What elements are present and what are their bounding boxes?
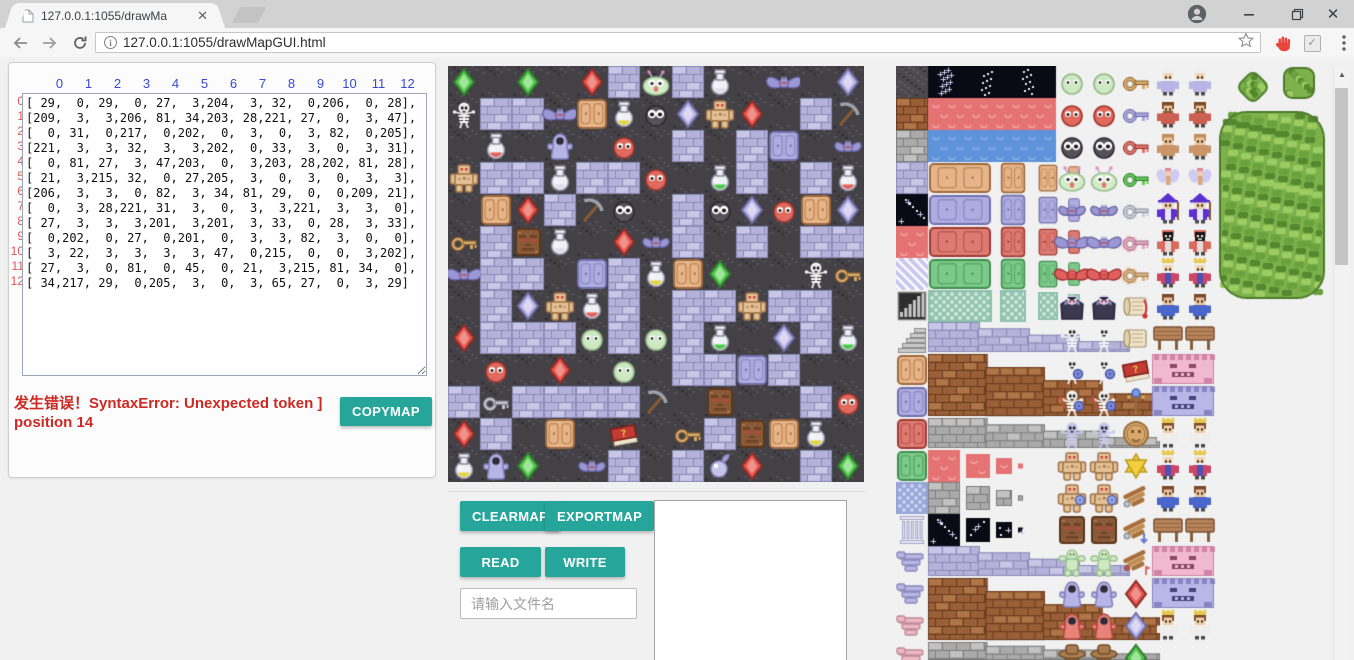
col-header-7: 7 bbox=[248, 76, 277, 91]
col-header-3: 3 bbox=[132, 76, 161, 91]
col-header-6: 6 bbox=[219, 76, 248, 91]
divider-line bbox=[448, 491, 866, 492]
page-favicon-icon bbox=[22, 9, 34, 23]
url-text: 127.0.0.1:1055/drawMapGUI.html bbox=[123, 35, 326, 50]
col-header-0: 0 bbox=[45, 76, 74, 91]
minimize-button[interactable] bbox=[1228, 0, 1270, 28]
tileset-canvas[interactable] bbox=[896, 66, 1330, 660]
exportmap-button[interactable]: EXPORTMAP bbox=[545, 501, 654, 531]
browser-tab[interactable]: 127.0.0.1:1055/drawMa ✕ bbox=[16, 3, 214, 28]
page-info-icon[interactable]: i bbox=[104, 36, 117, 49]
col-header-11: 11 bbox=[364, 76, 393, 91]
matrix-textarea[interactable] bbox=[22, 93, 427, 376]
col-header-1: 1 bbox=[74, 76, 103, 91]
tab-bar: 127.0.0.1:1055/drawMa ✕ ✕ bbox=[0, 0, 1354, 28]
page-content: 0123456789101112 0123456789101112 发生错误！S… bbox=[0, 57, 1354, 660]
export-output-box[interactable] bbox=[654, 500, 847, 660]
url-bar[interactable]: i 127.0.0.1:1055/drawMapGUI.html bbox=[95, 32, 1261, 53]
bookmark-star-icon[interactable] bbox=[1238, 32, 1254, 53]
scrollbar-up-icon[interactable]: ▲ bbox=[1334, 70, 1350, 79]
close-button[interactable]: ✕ bbox=[1312, 0, 1354, 28]
reload-button[interactable] bbox=[68, 31, 92, 55]
tab-title: 127.0.0.1:1055/drawMa bbox=[41, 9, 181, 23]
error-message: 发生错误！SyntaxError: Unexpected token ] pos… bbox=[14, 394, 344, 432]
read-button[interactable]: READ bbox=[460, 547, 541, 577]
browser-window: 127.0.0.1:1055/drawMa ✕ ✕ i 127.0.0.1:10… bbox=[0, 0, 1354, 660]
scrollbar-thumb[interactable] bbox=[1335, 88, 1348, 265]
col-header-8: 8 bbox=[277, 76, 306, 91]
profile-icon[interactable] bbox=[1176, 0, 1218, 28]
col-header-5: 5 bbox=[190, 76, 219, 91]
col-header-4: 4 bbox=[161, 76, 190, 91]
map-canvas[interactable] bbox=[448, 66, 864, 482]
menu-icon[interactable] bbox=[1332, 31, 1354, 55]
new-tab-button[interactable] bbox=[232, 7, 267, 23]
col-header-10: 10 bbox=[335, 76, 364, 91]
check-extension-icon[interactable]: ✓ bbox=[1300, 31, 1324, 55]
back-button[interactable] bbox=[8, 31, 32, 55]
filename-input[interactable] bbox=[460, 588, 637, 619]
col-header-12: 12 bbox=[393, 76, 422, 91]
tab-title-fade bbox=[170, 6, 192, 27]
tileset-scrollbar[interactable]: ▲ bbox=[1333, 66, 1350, 660]
col-header-9: 9 bbox=[306, 76, 335, 91]
hand-extension-icon[interactable] bbox=[1272, 31, 1296, 55]
copymap-button[interactable]: COPYMAP bbox=[340, 397, 432, 426]
tab-close-icon[interactable]: ✕ bbox=[197, 9, 208, 22]
forward-button[interactable] bbox=[38, 31, 62, 55]
col-header-2: 2 bbox=[103, 76, 132, 91]
matrix-panel: 0123456789101112 0123456789101112 发生错误！S… bbox=[8, 62, 436, 478]
write-button[interactable]: WRITE bbox=[545, 547, 625, 577]
